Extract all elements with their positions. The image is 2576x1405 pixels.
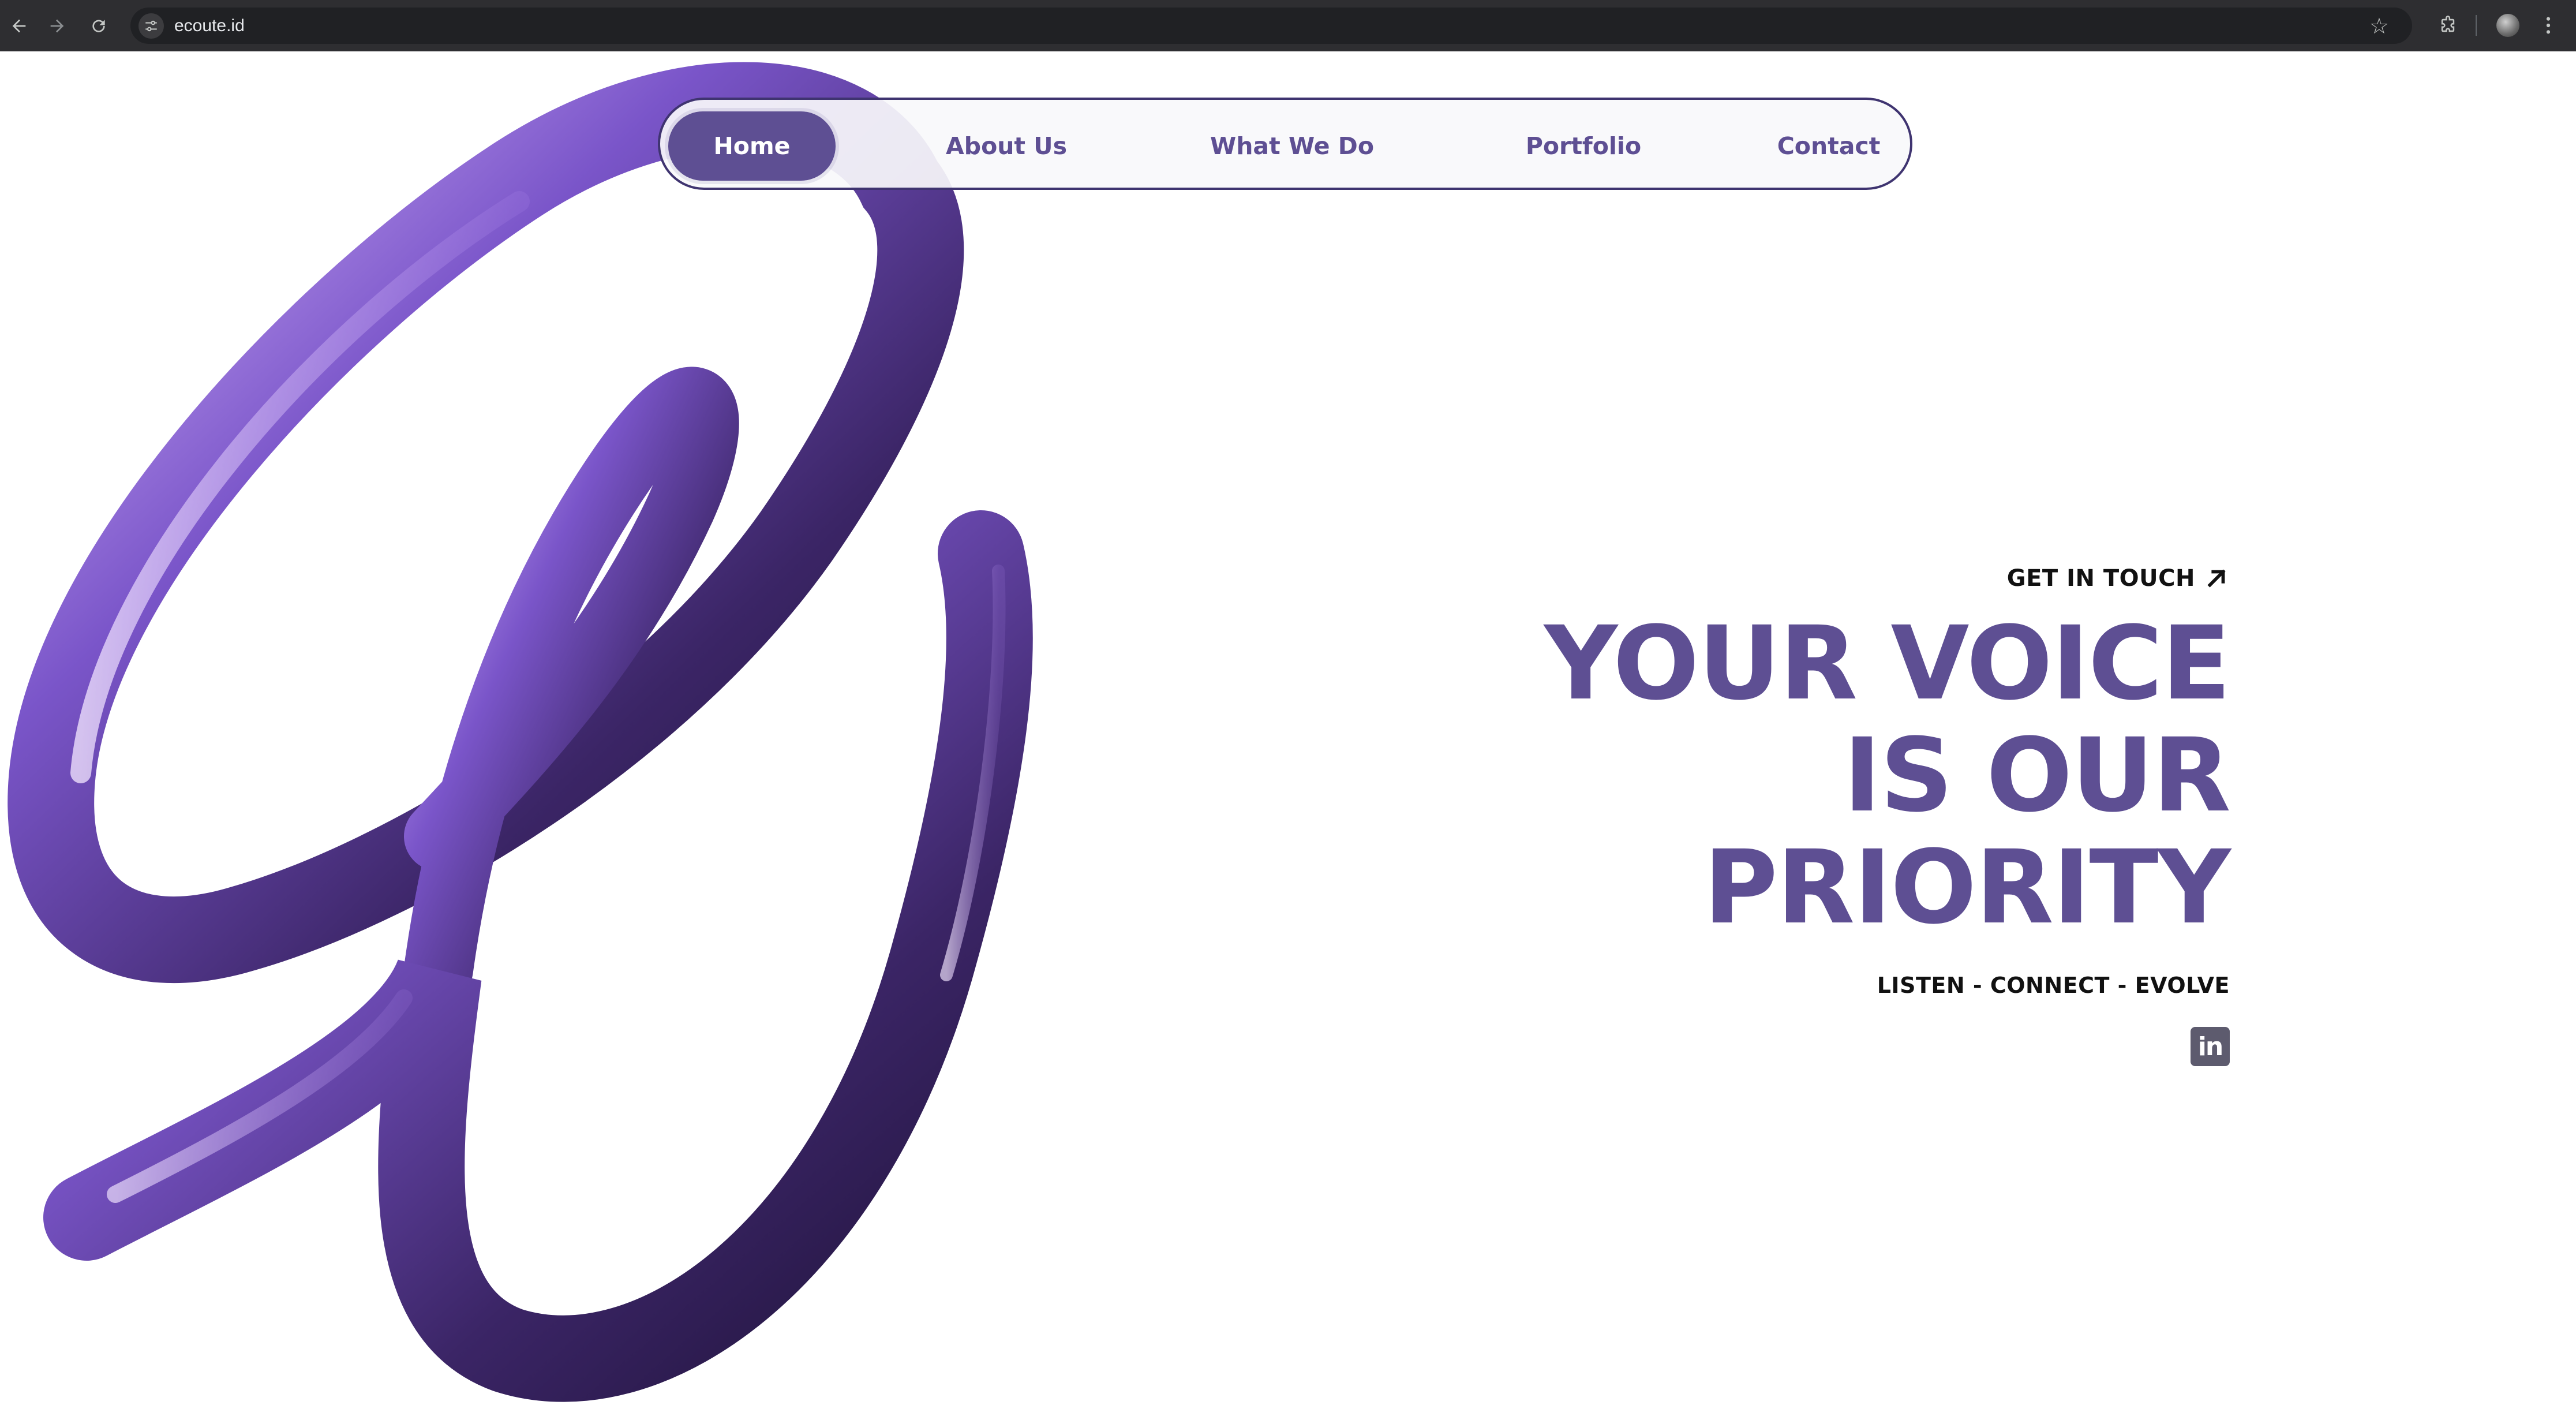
nav-home[interactable]: Home [668,111,836,181]
nav-portfolio[interactable]: Portfolio [1503,111,1664,181]
bookmark-star-icon[interactable]: ☆ [2369,13,2389,39]
headline-line-1: YOUR VOICE [1544,604,2231,723]
page-content: Home About Us What We Do Portfolio Conta… [0,51,2576,1405]
reload-icon[interactable] [83,10,114,42]
get-in-touch-link[interactable]: GET IN TOUCH [2007,565,2230,592]
hero-tagline: LISTEN - CONNECT - EVOLVE [1877,973,2230,998]
site-info-icon[interactable] [138,13,164,39]
arrow-up-right-icon [2207,569,2226,588]
nav-what-we-do[interactable]: What We Do [1194,111,1390,181]
profile-avatar[interactable] [2492,9,2524,42]
url-text[interactable]: ecoute.id [174,16,245,36]
headline-line-3: PRIORITY [1703,828,2231,947]
headline-line-2: IS OUR [1843,716,2231,835]
toolbar-divider [2476,15,2477,36]
browser-toolbar: ecoute.id ☆ [0,0,2576,51]
hero-headline: YOUR VOICE IS OUR PRIORITY [1364,604,2231,947]
social-links: in [1364,1027,2230,1066]
linkedin-icon[interactable]: in [2191,1027,2230,1066]
nav-contact[interactable]: Contact [1754,111,1904,181]
brand-logo-e-icon [8,62,1033,1402]
main-nav: Home About Us What We Do Portfolio Conta… [658,98,1912,190]
back-icon[interactable] [3,10,35,42]
forward-icon[interactable] [42,10,73,42]
extensions-icon[interactable] [2432,9,2464,42]
menu-icon[interactable] [2537,9,2560,42]
get-in-touch-label: GET IN TOUCH [2006,565,2195,592]
address-bar[interactable]: ecoute.id ☆ [130,8,2412,44]
hero-section: GET IN TOUCH YOUR VOICE IS OUR PRIORITY … [1364,565,2231,1066]
nav-about-us[interactable]: About Us [926,111,1087,181]
